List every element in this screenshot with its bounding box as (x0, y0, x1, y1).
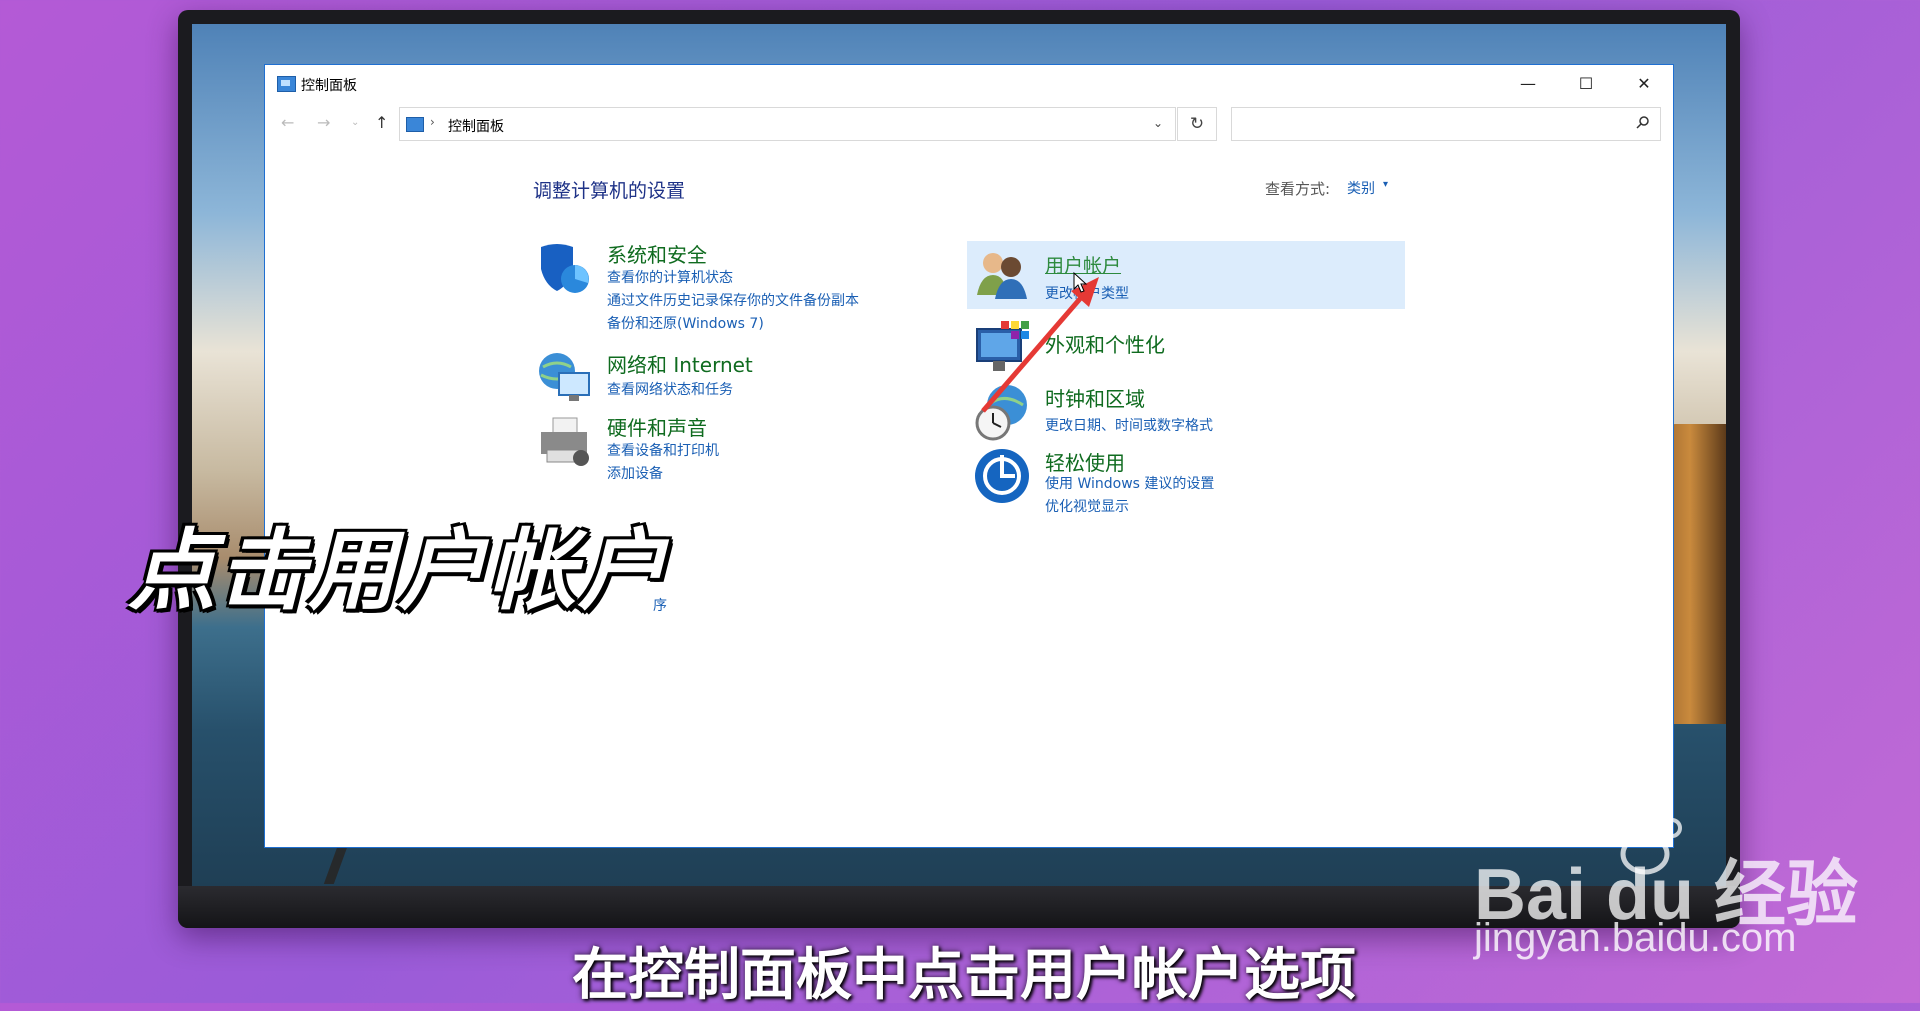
navigation-bar: ← → ⌄ ↑ › 控制面板 ⌄ ↻ (265, 101, 1673, 149)
category-link[interactable]: 备份和还原(Windows 7) (607, 313, 764, 333)
category-link[interactable]: 添加设备 (607, 463, 663, 483)
chevron-down-icon[interactable]: ⌄ (1153, 116, 1163, 130)
mouse-cursor-icon (1073, 271, 1088, 293)
category-heading[interactable]: 网络和 Internet (607, 349, 753, 378)
caret-down-icon[interactable]: ▾ (1383, 179, 1388, 190)
viewby-dropdown[interactable]: 类别 (1347, 178, 1375, 198)
ease-of-access-icon (975, 449, 1029, 503)
page-title: 调整计算机的设置 (533, 180, 686, 202)
up-arrow-icon[interactable]: ↑ (375, 113, 388, 132)
control-panel-window: 控制面板 — ☐ ✕ ← → ⌄ ↑ › 控制面板 ⌄ ↻ 调整计算机的设置 查… (264, 64, 1674, 848)
search-input[interactable] (1238, 108, 1622, 140)
titlebar: 控制面板 — ☐ ✕ (265, 65, 1673, 101)
close-button[interactable]: ✕ (1615, 65, 1673, 101)
minimize-button[interactable]: — (1499, 65, 1557, 101)
breadcrumb-location[interactable]: 控制面板 (448, 116, 504, 136)
back-arrow-icon[interactable]: ← (281, 113, 294, 132)
overlay-caption-title: 点击用户帐户 (128, 519, 669, 622)
shield-icon (541, 244, 589, 293)
refresh-button[interactable]: ↻ (1177, 107, 1217, 141)
category-heading[interactable]: 系统和安全 (607, 239, 707, 268)
category-link[interactable]: 优化视觉显示 (1045, 496, 1129, 516)
category-link[interactable]: 通过文件历史记录保存你的文件备份副本 (607, 290, 859, 310)
category-link[interactable]: 使用 Windows 建议的设置 (1045, 473, 1214, 493)
baidu-watermark-url: jingyan.baidu.com (1474, 916, 1797, 960)
control-panel-icon (277, 76, 296, 92)
forward-arrow-icon[interactable]: → (317, 113, 330, 132)
maximize-button[interactable]: ☐ (1557, 65, 1615, 101)
content-area: 调整计算机的设置 查看方式: 类别 ▾ 系统和安全 查看你的计算机状态 通过文件… (265, 149, 1673, 847)
category-link[interactable]: 查看网络状态和任务 (607, 379, 733, 399)
printer-icon (541, 417, 589, 466)
category-heading[interactable]: 硬件和声音 (607, 412, 707, 441)
category-link[interactable]: 查看你的计算机状态 (607, 267, 733, 287)
search-icon[interactable] (1636, 115, 1650, 129)
video-subtitle: 在控制面板中点击用户帐户选项 (572, 943, 1356, 1008)
recent-locations-icon[interactable]: ⌄ (351, 117, 359, 128)
network-globe-icon (539, 353, 590, 401)
breadcrumb-separator: › (430, 115, 435, 129)
control-panel-icon (406, 117, 424, 132)
category-link[interactable]: 查看设备和打印机 (607, 440, 719, 460)
category-heading[interactable]: 轻松使用 (1045, 447, 1125, 476)
search-box[interactable] (1231, 107, 1661, 141)
viewby-label: 查看方式: (1265, 180, 1331, 198)
address-bar[interactable]: › 控制面板 ⌄ (399, 107, 1176, 141)
window-title: 控制面板 (301, 78, 357, 94)
red-arrow-annotation (981, 277, 1099, 413)
